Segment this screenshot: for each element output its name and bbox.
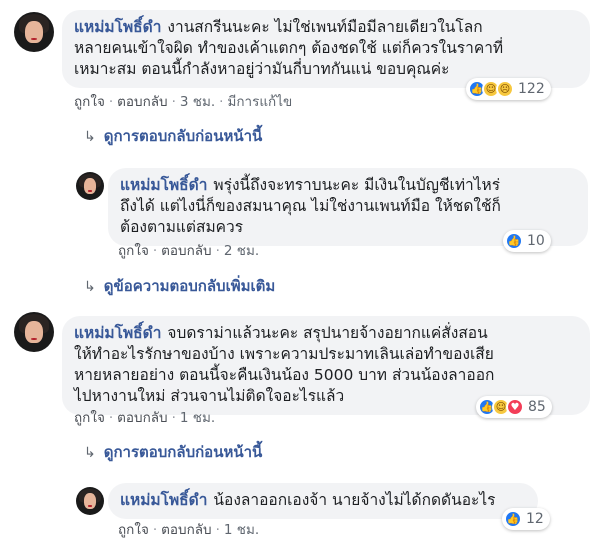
comment-author[interactable]: แหม่มโพธิ์ดำ xyxy=(120,491,207,509)
comment-actions: ถูกใจ · ตอบกลับ · 2 ชม. xyxy=(118,243,260,259)
comment-actions: ถูกใจ · ตอบกลับ · 3 ชม. · มีการแก้ไข xyxy=(74,94,293,110)
comment-text-line: หลายคนเข้าใจผิด ทำของเค้าแตกๆ ต้องชดใช้ … xyxy=(74,39,504,57)
view-more-replies-link[interactable]: ↳ ดูข้อความตอบกลับเพิ่มเติม xyxy=(84,274,275,298)
reaction-count: 12 xyxy=(526,511,544,527)
reply-button[interactable]: ตอบกลับ xyxy=(117,410,167,426)
reaction-count: 10 xyxy=(527,233,545,249)
comment-actions: ถูกใจ · ตอบกลับ · 1 ชม. xyxy=(118,522,260,538)
avatar[interactable] xyxy=(14,312,54,352)
like-button[interactable]: ถูกใจ xyxy=(74,410,105,426)
comment-author[interactable]: แหม่มโพธิ์ดำ xyxy=(120,176,207,194)
reaction-summary[interactable]: 👍 10 xyxy=(503,230,551,252)
avatar[interactable] xyxy=(76,487,104,515)
avatar[interactable] xyxy=(76,172,104,200)
comment-text-line: ต้องตามแต่สมควร xyxy=(120,218,244,236)
comment-bubble: แหม่มโพธิ์ดำ น้องลาออกเองจ้า นายจ้างไม่ได… xyxy=(108,483,538,519)
reaction-summary[interactable]: 👍 ☺ ☹ 122 xyxy=(466,78,551,100)
reaction-count: 122 xyxy=(518,81,545,97)
reply-button[interactable]: ตอบกลับ xyxy=(117,94,167,110)
comment-text-line: ไปหางานใหม่ ส่วนจานไม่ติดใจอะไรแล้ว xyxy=(74,387,345,405)
comment-text-line: เหมาะสม ตอนนี้กำลังหาอยู่ว่ามันกี่บาทกัน… xyxy=(74,60,450,78)
reaction-summary[interactable]: 👍 12 xyxy=(502,508,550,530)
reply-arrow-icon: ↳ xyxy=(84,445,96,461)
love-reaction-icon: ♥ xyxy=(506,398,524,416)
view-previous-replies-link[interactable]: ↳ ดูการตอบกลับก่อนหน้านี้ xyxy=(84,440,262,464)
reply-arrow-icon: ↳ xyxy=(84,279,96,295)
comment-text-line: งานสกรีนนะคะ ไม่ใช่เพนท์มือมีลายเดียวในโ… xyxy=(167,18,483,36)
like-reaction-icon: 👍 xyxy=(504,510,522,528)
timestamp[interactable]: 1 ชม. xyxy=(180,410,215,426)
like-button[interactable]: ถูกใจ xyxy=(118,243,149,259)
comment-bubble: แหม่มโพธิ์ดำ งานสกรีนนะคะ ไม่ใช่เพนท์มือม… xyxy=(62,10,590,88)
like-button[interactable]: ถูกใจ xyxy=(74,94,105,110)
comment-text-line: จบดราม่าแล้วนะคะ สรุปนายจ้างอยากแค่สั่งส… xyxy=(167,324,488,342)
reply-button[interactable]: ตอบกลับ xyxy=(161,522,211,538)
timestamp[interactable]: 1 ชม. xyxy=(224,522,259,538)
comment-text-line: พรุ่งนี้ถึงจะทราบนะคะ มีเงินในบัญชีเท่าไ… xyxy=(213,176,501,194)
sad-reaction-icon: ☹ xyxy=(496,80,514,98)
comment-author[interactable]: แหม่มโพธิ์ดำ xyxy=(74,324,161,342)
reply-arrow-icon: ↳ xyxy=(84,129,96,145)
avatar[interactable] xyxy=(14,12,54,52)
comment-text-line: ให้ทำอะไรรักษาของบ้าง เพราะความประมาทเลิ… xyxy=(74,345,494,363)
comment-text-line: น้องลาออกเองจ้า นายจ้างไม่ได้กดดันอะไร xyxy=(213,491,496,509)
reply-button[interactable]: ตอบกลับ xyxy=(161,243,211,259)
timestamp[interactable]: 3 ชม. xyxy=(180,94,215,110)
comment-actions: ถูกใจ · ตอบกลับ · 1 ชม. xyxy=(74,410,216,426)
timestamp[interactable]: 2 ชม. xyxy=(224,243,259,259)
edited-label[interactable]: มีการแก้ไข xyxy=(227,94,292,110)
comment-text-line: หายหลายอย่าง ตอนนี้จะคืนเงินน้อง 5000 บา… xyxy=(74,366,495,384)
like-reaction-icon: 👍 xyxy=(505,232,523,250)
comment-author[interactable]: แหม่มโพธิ์ดำ xyxy=(74,18,161,36)
view-previous-replies-link[interactable]: ↳ ดูการตอบกลับก่อนหน้านี้ xyxy=(84,124,262,148)
comment-text-line: ถึงได้ แต่ไงนี่ก็ของสมนาคุณ ไม่ใช่งานเพน… xyxy=(120,197,501,215)
reaction-summary[interactable]: 👍 ☺ ♥ 85 xyxy=(476,396,552,418)
reaction-count: 85 xyxy=(528,399,546,415)
like-button[interactable]: ถูกใจ xyxy=(118,522,149,538)
